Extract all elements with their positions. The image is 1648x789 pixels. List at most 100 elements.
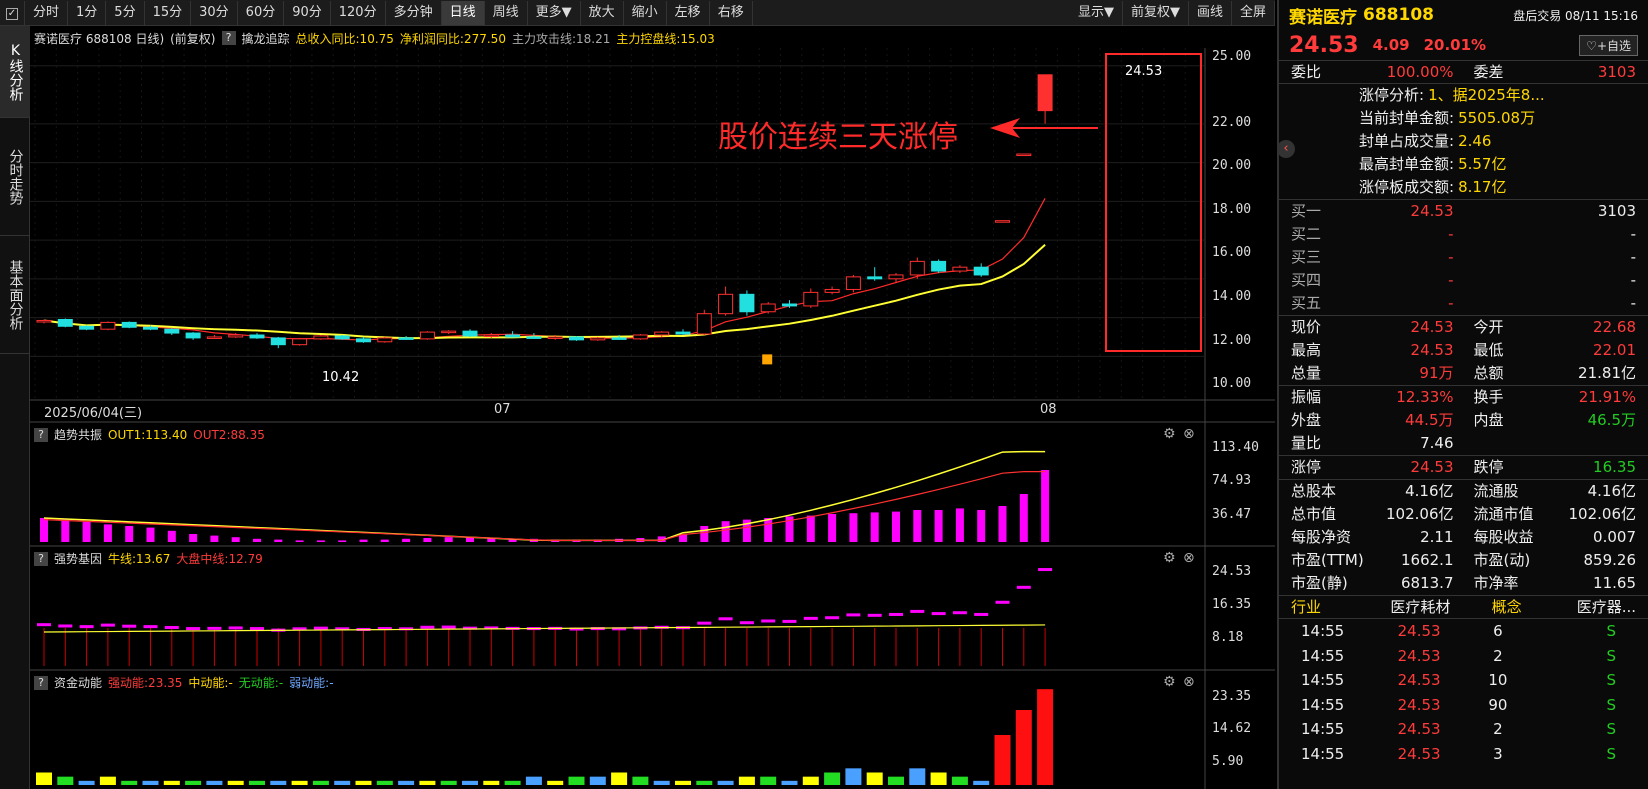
stat-label: 市盈(静) (1291, 574, 1348, 592)
close-icon[interactable]: ⊗ (1183, 674, 1195, 690)
x-label-start: 2025/06/04(三) (44, 406, 143, 421)
panel1-bar (721, 521, 730, 542)
y-tick: 12.00 (1212, 333, 1252, 348)
panel3-strong: 强动能:23.35 (108, 676, 183, 690)
settings-gear-icon[interactable]: ⚙ (1163, 674, 1176, 690)
x-label-aug: 08 (1040, 402, 1057, 417)
limit-row: 封单占成交量: 2.46 (1359, 130, 1648, 153)
panel3-bar (951, 776, 968, 785)
help-icon[interactable]: ? (34, 675, 48, 690)
bid-row: 买三 - - (1279, 246, 1648, 269)
close-icon[interactable]: ⊗ (1183, 550, 1195, 566)
candle-body (462, 330, 478, 337)
tick-side: S (1606, 695, 1616, 714)
panel2-name[interactable]: 强势基因 (54, 550, 102, 567)
panel3-name[interactable]: 资金动能 (54, 674, 102, 691)
kline-chart-svg[interactable] (0, 0, 1275, 789)
candle-body (888, 274, 904, 280)
bid-spacer (1474, 269, 1555, 292)
panel3-bar (121, 780, 138, 785)
candle-body (611, 337, 627, 340)
tick-row: 14:55 24.53 3 S (1279, 742, 1648, 767)
stat-label: 换手 (1473, 388, 1504, 406)
candle-body (143, 326, 158, 330)
candle-body (313, 335, 329, 340)
tick-price: 24.53 (1397, 695, 1441, 714)
candle-body (206, 336, 222, 339)
tick-list: 14:55 24.53 6 S 14:55 24.53 2 S 14:55 24.53 10 S 14:… (1279, 618, 1648, 766)
panel3-bar (589, 776, 606, 785)
tick-price: 24.53 (1397, 622, 1441, 640)
panel2-bar (186, 627, 201, 631)
y-tick: 20.00 (1212, 158, 1252, 173)
bid-price: - (1448, 294, 1454, 312)
bid-price: 24.53 (1410, 202, 1454, 220)
limit-up-analysis: 涨停分析: 1、据2025年8... 当前封单金额: 5505.08万 封单占成交量: 2… (1279, 83, 1648, 199)
panel2-bar (228, 626, 243, 630)
stat-row: 涨停 24.53 跌停 16.35 (1279, 456, 1648, 479)
stat-value: 4.16亿 (1587, 482, 1636, 500)
panel1-bar (380, 539, 389, 542)
panel3-bar (675, 780, 691, 785)
panel2-bar (164, 626, 179, 629)
price-change: 4.09 (1372, 36, 1410, 54)
panel3-bar (568, 776, 585, 785)
panel1-bar (700, 526, 709, 542)
settings-gear-icon[interactable]: ⚙ (1163, 550, 1176, 566)
panel1-bar (423, 538, 432, 542)
close-icon[interactable]: ⊗ (1183, 426, 1195, 442)
stat-label (1474, 432, 1555, 455)
stat-row: 市盈(TTM) 1662.1 市盈(动) 859.26 (1279, 549, 1648, 572)
panel1-bar (1019, 494, 1028, 542)
y-tick: 22.00 (1212, 115, 1252, 130)
stat-label: 市净率 (1473, 574, 1519, 592)
panel1-bar (274, 539, 283, 542)
quote-header: 赛诺医疗 688108 盘后交易 08/11 15:16 (1279, 0, 1648, 30)
attack-line-series (43, 198, 1046, 341)
last-price-label: 24.53 (1125, 64, 1163, 79)
panel1-bar (210, 535, 219, 542)
weicha-value: 3103 (1597, 63, 1636, 81)
candle-body (995, 220, 1010, 223)
tick-row: 14:55 24.53 2 S (1279, 717, 1648, 742)
candle-body (782, 303, 797, 307)
candle-body (654, 331, 670, 336)
panel1-bar (359, 539, 368, 542)
panel2-bar (1016, 585, 1031, 589)
panel2-bar (761, 619, 776, 623)
panel3-bar (888, 776, 904, 785)
candle-body (228, 334, 244, 338)
stat-label: 流通市值 (1473, 505, 1534, 523)
add-favorite-button[interactable]: ♡+自选 (1579, 34, 1638, 56)
panel1-bars (40, 450, 1050, 542)
panel3-bar (547, 780, 564, 785)
panel2-bar (803, 616, 818, 620)
panel1-bar (1041, 470, 1050, 542)
tick-side: S (1606, 671, 1616, 689)
limit-value: 5.57亿 (1458, 155, 1507, 173)
panel3-bar (1037, 689, 1054, 785)
panel1-bar (61, 519, 70, 542)
candle-body (270, 337, 286, 346)
panel1-name[interactable]: 趋势共振 (54, 426, 102, 443)
panel3-bar (1015, 710, 1032, 785)
bid-price: - (1448, 248, 1454, 266)
panel3-bar (760, 776, 777, 785)
control-line-series (43, 243, 1046, 340)
settings-gear-icon[interactable]: ⚙ (1163, 426, 1176, 442)
concept-value[interactable]: 医疗器... (1550, 596, 1636, 618)
panel3-bar (291, 780, 308, 785)
bid-volume: 3103 (1597, 202, 1636, 220)
panel2-bar (952, 611, 967, 615)
candle-body (164, 328, 180, 334)
stat-value: 102.06亿 (1386, 505, 1454, 523)
stat-value: 46.5万 (1587, 411, 1636, 429)
panel1-header: ? 趋势共振 OUT1:113.40 OUT2:88.35 (34, 426, 265, 443)
collapse-arrow-icon[interactable]: ‹ (1277, 140, 1295, 158)
panel3-bar (717, 780, 734, 785)
help-icon[interactable]: ? (34, 551, 48, 566)
help-icon[interactable]: ? (34, 427, 48, 442)
panel1-bar (40, 518, 48, 542)
panel2-bar (1038, 568, 1053, 572)
industry-value[interactable]: 医疗耗材 (1377, 596, 1463, 618)
